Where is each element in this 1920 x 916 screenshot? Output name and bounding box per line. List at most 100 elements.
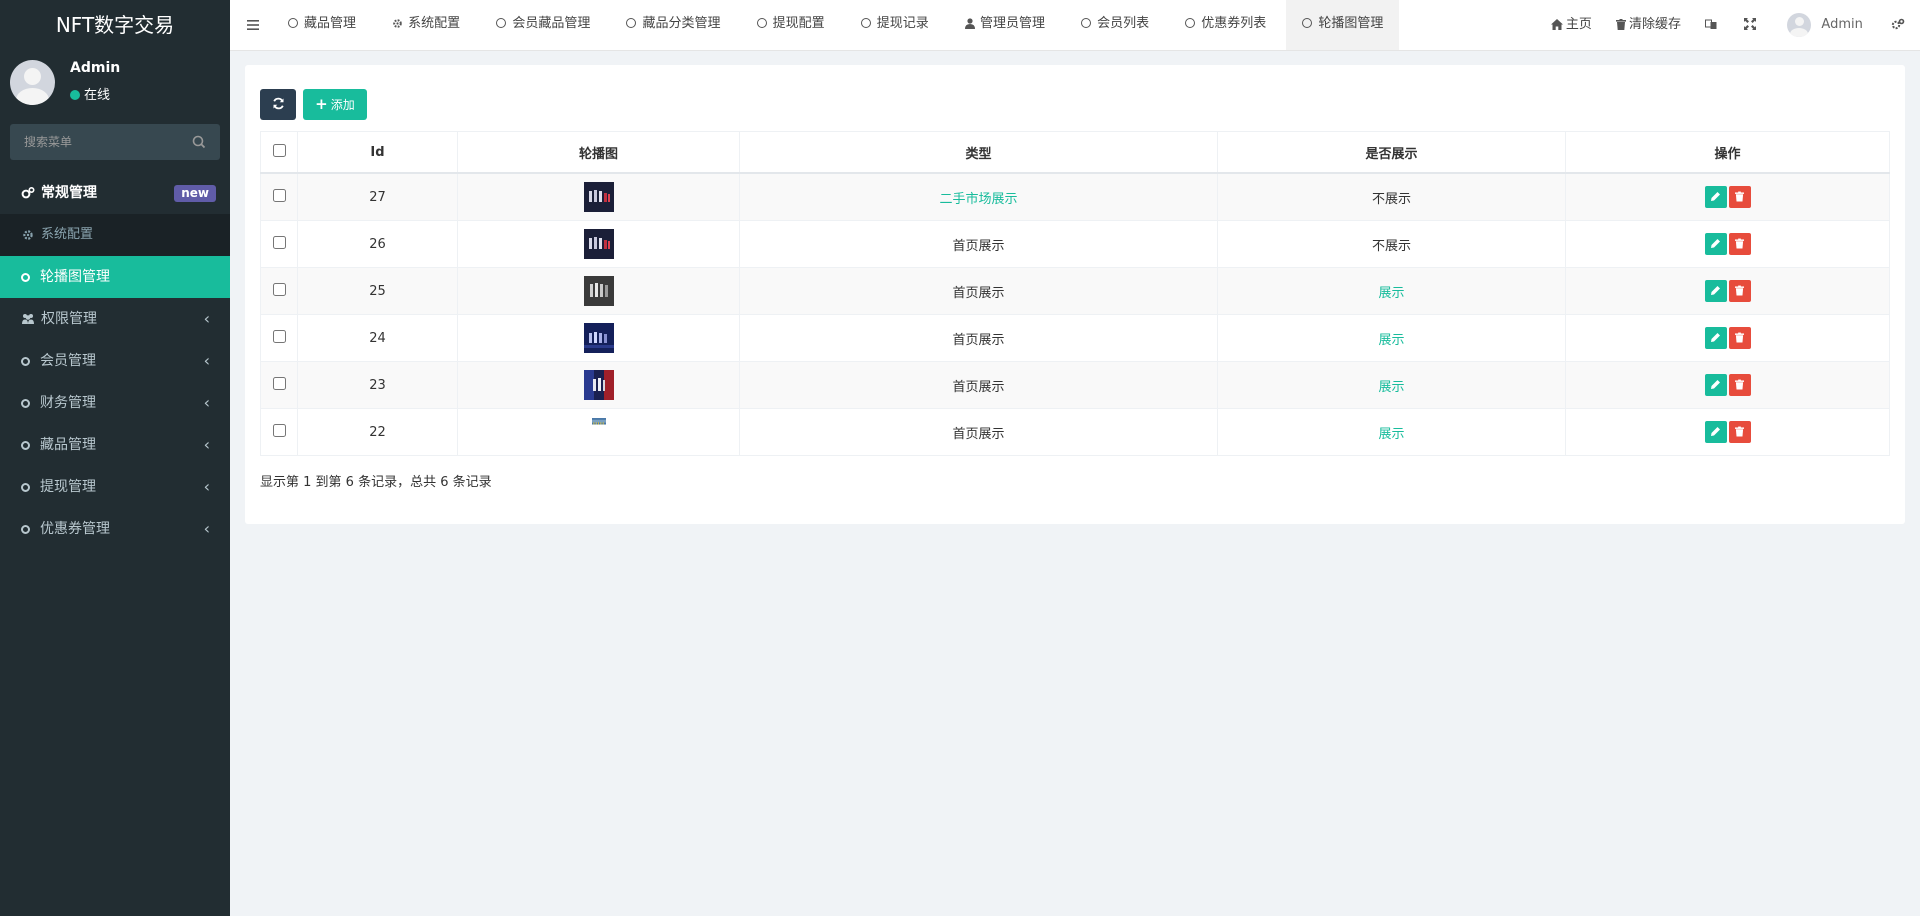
row-checkbox[interactable] — [272, 376, 286, 390]
sidebar-item-label: 优惠券管理 — [40, 521, 110, 537]
delete-button[interactable] — [1728, 186, 1751, 208]
cell-type: 首页展示 — [739, 220, 1218, 268]
delete-button[interactable] — [1728, 421, 1751, 443]
pencil-icon — [1711, 427, 1720, 436]
sidebar-item-system-config[interactable]: 系统配置 — [0, 214, 230, 256]
tab-system-config[interactable]: 系统配置 — [376, 0, 476, 50]
row-checkbox[interactable] — [272, 329, 286, 343]
home-link[interactable]: 主页 — [1541, 0, 1602, 50]
tab-member-collection[interactable]: 会员藏品管理 — [480, 0, 606, 50]
row-select-cell — [260, 408, 298, 456]
hamburger-menu-icon[interactable] — [247, 17, 259, 33]
sidebar-item-coupon[interactable]: 优惠券管理 ‹ — [0, 508, 230, 550]
table-row: 26 首页展示 不展示 — [260, 220, 1890, 268]
tab-banner[interactable]: 轮播图管理 — [1286, 0, 1400, 50]
chevron-left-icon: ‹ — [203, 351, 210, 370]
row-checkbox[interactable] — [272, 235, 286, 249]
chevron-left-icon: ‹ — [203, 393, 210, 412]
cell-type: 二手市场展示 — [739, 172, 1218, 221]
gear-icon — [23, 229, 33, 240]
sidebar-item-finance[interactable]: 财务管理 ‹ — [0, 382, 230, 424]
online-dot-icon — [70, 90, 80, 100]
admin-menu[interactable]: Admin — [1773, 0, 1882, 50]
cell-id: 23 — [297, 361, 458, 409]
tab-admin[interactable]: 管理员管理 — [949, 0, 1061, 50]
edit-button[interactable] — [1704, 280, 1727, 302]
search-input[interactable] — [10, 124, 220, 160]
select-all-checkbox[interactable] — [272, 143, 286, 157]
col-id[interactable]: Id — [297, 131, 458, 174]
brand-logo[interactable]: NFT数字交易 — [0, 0, 230, 50]
cell-is-shown: 展示 — [1217, 314, 1566, 362]
sidebar-item-general[interactable]: 常规管理 new — [0, 172, 230, 214]
user-status-label: 在线 — [84, 88, 111, 103]
tab-label: 会员列表 — [1097, 16, 1150, 31]
tab-collection[interactable]: 藏品管理 — [272, 0, 372, 50]
edit-button[interactable] — [1704, 327, 1727, 349]
cell-image — [457, 314, 740, 362]
edit-button[interactable] — [1704, 421, 1727, 443]
cell-is-shown: 展示 — [1217, 361, 1566, 409]
banner-thumbnail[interactable] — [584, 418, 614, 432]
delete-button[interactable] — [1728, 233, 1751, 255]
banner-thumbnail[interactable] — [583, 182, 614, 212]
tab-label: 管理员管理 — [979, 16, 1045, 31]
tab-label: 藏品分类管理 — [642, 16, 721, 31]
row-checkbox[interactable] — [272, 423, 286, 437]
cell-actions — [1565, 172, 1890, 221]
cell-image — [457, 408, 740, 456]
col-is-shown: 是否展示 — [1217, 131, 1566, 174]
sidebar-item-member[interactable]: 会员管理 ‹ — [0, 340, 230, 382]
tab-label: 系统配置 — [408, 16, 461, 31]
add-button[interactable]: + 添加 — [303, 89, 367, 120]
tab-label: 提现记录 — [876, 16, 929, 31]
delete-button[interactable] — [1728, 280, 1751, 302]
col-type: 类型 — [739, 131, 1218, 174]
row-checkbox[interactable] — [272, 188, 286, 202]
fullscreen-button[interactable] — [1734, 0, 1769, 50]
sidebar-item-permission[interactable]: 权限管理 ‹ — [0, 298, 230, 340]
admin-name: Admin — [1821, 17, 1863, 32]
banner-thumbnail[interactable] — [583, 276, 614, 306]
sidebar-item-banner[interactable]: 轮播图管理 — [0, 256, 230, 298]
refresh-button[interactable] — [260, 89, 296, 120]
delete-button[interactable] — [1728, 327, 1751, 349]
edit-button[interactable] — [1704, 186, 1727, 208]
select-all-cell — [260, 131, 298, 174]
cell-id: 27 — [297, 172, 458, 221]
delete-button[interactable] — [1728, 374, 1751, 396]
banner-thumbnail[interactable] — [583, 323, 614, 353]
clear-cache-button[interactable]: 清除缓存 — [1606, 0, 1691, 50]
row-checkbox[interactable] — [272, 282, 286, 296]
circle-icon — [756, 18, 767, 28]
pencil-icon — [1711, 380, 1720, 389]
cell-id: 25 — [297, 267, 458, 315]
tab-coupon-list[interactable]: 优惠券列表 — [1169, 0, 1282, 50]
tab-withdraw-record[interactable]: 提现记录 — [845, 0, 945, 50]
circle-icon — [21, 399, 30, 408]
tab-collection-category[interactable]: 藏品分类管理 — [610, 0, 736, 50]
language-button[interactable] — [1695, 0, 1730, 50]
sidebar-item-label: 会员管理 — [40, 353, 96, 369]
search-icon[interactable] — [190, 133, 208, 151]
banner-thumbnail[interactable] — [583, 370, 614, 400]
sidebar-item-collection[interactable]: 藏品管理 ‹ — [0, 424, 230, 466]
home-icon — [1550, 19, 1563, 30]
cell-actions — [1565, 220, 1890, 268]
edit-button[interactable] — [1704, 374, 1727, 396]
tab-member-list[interactable]: 会员列表 — [1065, 0, 1165, 50]
settings-button[interactable] — [1887, 0, 1920, 50]
tab-withdraw-config[interactable]: 提现配置 — [741, 0, 841, 50]
trash-icon — [1735, 285, 1744, 296]
cell-image — [457, 172, 740, 221]
cell-image — [457, 361, 740, 409]
table-row: 23 首页展示 展示 — [260, 361, 1890, 409]
refresh-icon — [272, 97, 284, 110]
sidebar-item-withdraw[interactable]: 提现管理 ‹ — [0, 466, 230, 508]
chevron-left-icon: ‹ — [203, 519, 210, 538]
edit-button[interactable] — [1704, 233, 1727, 255]
row-select-cell — [260, 267, 298, 315]
banner-thumbnail[interactable] — [583, 229, 614, 259]
chevron-left-icon: ‹ — [203, 309, 210, 328]
table-row: 22 首页展示 展示 — [260, 408, 1890, 456]
